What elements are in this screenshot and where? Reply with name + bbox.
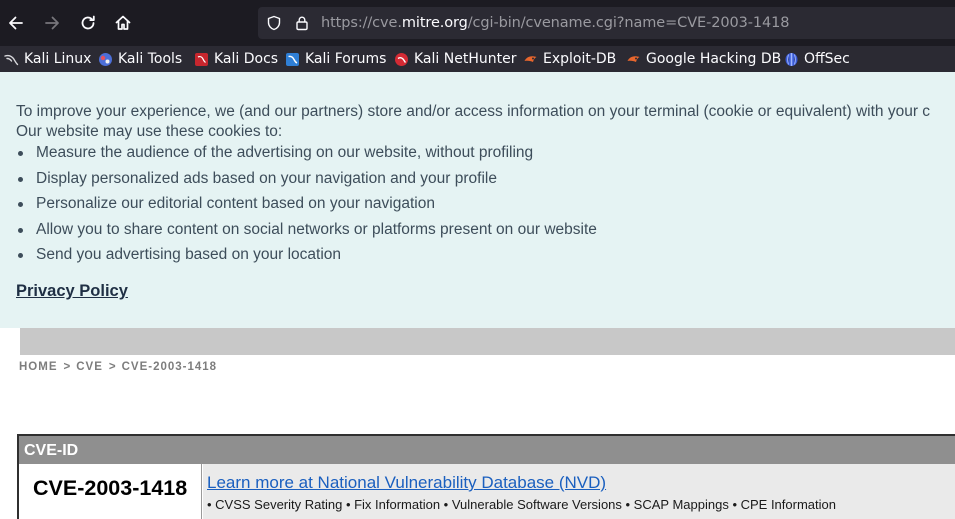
bullet	[18, 202, 23, 207]
bookmark-label: Kali Forums	[305, 51, 387, 67]
exploit-db-icon	[523, 52, 538, 67]
cookie-purpose-list: Measure the audience of the advertising …	[16, 140, 597, 268]
url-text[interactable]: https://cve.mitre.org/cgi-bin/cvename.cg…	[321, 15, 789, 31]
bookmark-label: Kali NetHunter	[414, 51, 517, 67]
nvd-link[interactable]: Learn more at National Vulnerability Dat…	[207, 473, 606, 493]
nvd-details: • CVSS Severity Rating • Fix Information…	[207, 497, 836, 512]
kali-forums-icon	[285, 52, 300, 67]
bookmark-label: Exploit-DB	[543, 51, 617, 67]
home-icon	[115, 15, 131, 30]
breadcrumb: HOME > CVE > CVE-2003-1418	[19, 361, 217, 373]
list-item: Personalize our editorial content based …	[16, 191, 597, 217]
cve-id-value: CVE-2003-1418	[33, 476, 188, 500]
bookmarks-bar: Kali Linux Kali Tools Kali Docs Kali For…	[0, 46, 955, 72]
breadcrumb-home[interactable]: HOME	[19, 361, 58, 373]
forward-button[interactable]	[39, 10, 65, 36]
bookmark-kali-tools[interactable]: Kali Tools	[98, 50, 182, 68]
kali-docs-icon	[194, 52, 209, 67]
bookmark-label: Kali Docs	[214, 51, 279, 67]
bookmark-kali-forums[interactable]: Kali Forums	[285, 50, 386, 68]
kali-tools-icon	[98, 52, 113, 67]
bullet	[18, 176, 23, 182]
cve-id-header: CVE-ID	[19, 436, 955, 464]
list-item-text: Allow you to share content on social net…	[36, 220, 597, 238]
bookmark-kali-nethunter[interactable]: Kali NetHunter	[394, 50, 516, 68]
cookie-banner: To improve your experience, we (and our …	[0, 72, 955, 328]
bullet	[18, 253, 23, 258]
list-item-text: Send you advertising based on your locat…	[36, 246, 342, 263]
nvd-info-cell: Learn more at National Vulnerability Dat…	[203, 464, 955, 519]
url-host: mitre.org	[401, 15, 468, 31]
cve-record-table: CVE-ID CVE-2003-1418 Learn more at Natio…	[17, 434, 955, 519]
header-band	[20, 328, 955, 355]
bookmark-offsec[interactable]: OffSec	[784, 50, 850, 68]
kali-dragon-icon	[4, 52, 19, 67]
bookmark-kali-docs[interactable]: Kali Docs	[194, 50, 278, 68]
bookmark-label: Kali Linux	[24, 51, 92, 67]
browser-toolbar: https://cve.mitre.org/cgi-bin/cvename.cg…	[0, 0, 955, 46]
arrow-left-icon	[9, 16, 23, 30]
reload-icon	[81, 15, 95, 30]
list-item-text: Display personalized ads based on your n…	[36, 169, 497, 187]
list-item: Send you advertising based on your locat…	[16, 242, 597, 268]
cookie-subtitle: Our website may use these cookies to:	[16, 123, 283, 140]
home-button[interactable]	[110, 10, 136, 36]
bookmark-label: Kali Tools	[118, 51, 183, 67]
breadcrumb-separator: >	[63, 361, 71, 373]
url-path: /cgi-bin/cvename.cgi?name=CVE-2003-1418	[467, 15, 790, 31]
list-item-text: Measure the audience of the advertising …	[36, 144, 534, 161]
list-item: Display personalized ads based on your n…	[16, 166, 597, 192]
lock-icon[interactable]	[294, 15, 310, 36]
nethunter-icon	[394, 52, 409, 67]
ghdb-icon	[626, 52, 641, 67]
bullet	[18, 151, 23, 156]
list-item: Allow you to share content on social net…	[16, 217, 597, 243]
list-item-text: Personalize our editorial content based …	[36, 195, 435, 212]
address-bar[interactable]: https://cve.mitre.org/cgi-bin/cvename.cg…	[258, 7, 955, 39]
reload-button[interactable]	[75, 10, 101, 36]
privacy-policy-link[interactable]: Privacy Policy	[16, 282, 128, 301]
breadcrumb-cve[interactable]: CVE	[76, 361, 103, 373]
bookmark-label: OffSec	[804, 51, 850, 67]
breadcrumb-current: CVE-2003-1418	[121, 361, 218, 373]
bullet	[18, 227, 23, 233]
arrow-right-icon	[45, 16, 59, 30]
breadcrumb-separator: >	[108, 361, 116, 373]
back-button[interactable]	[3, 10, 29, 36]
bookmark-exploit-db[interactable]: Exploit-DB	[523, 50, 616, 68]
bookmark-label: Google Hacking DB	[646, 51, 782, 67]
cve-id-cell: CVE-2003-1418	[19, 464, 202, 519]
shield-icon[interactable]	[266, 15, 282, 36]
offsec-icon	[784, 52, 799, 67]
bookmark-google-hacking-db[interactable]: Google Hacking DB	[626, 50, 781, 68]
cookie-intro-text: To improve your experience, we (and our …	[16, 103, 931, 120]
list-item: Measure the audience of the advertising …	[16, 140, 597, 166]
bookmark-kali-linux[interactable]: Kali Linux	[4, 50, 91, 68]
url-prefix: https://cve.	[321, 15, 402, 31]
